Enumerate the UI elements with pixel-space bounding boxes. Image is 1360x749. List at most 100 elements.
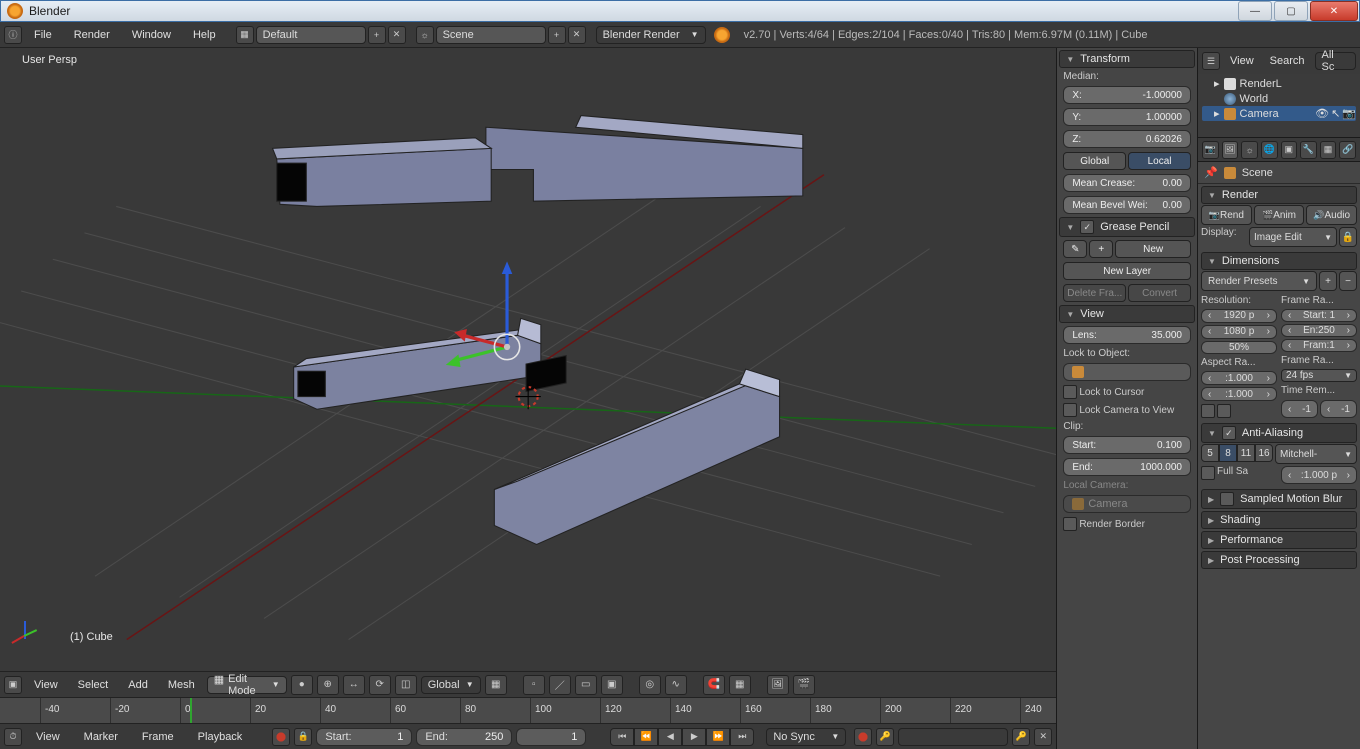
frame-start-field[interactable]: ‹Start: 1› [1281, 309, 1357, 322]
next-keyframe-icon[interactable]: ⏩ [706, 728, 730, 746]
tl-menu-frame[interactable]: Frame [132, 729, 184, 745]
proportional-edit-icon[interactable]: ◎ [639, 675, 661, 695]
orientation-dropdown[interactable]: Global▼ [421, 676, 481, 694]
record-icon[interactable] [854, 728, 872, 746]
eye-icon[interactable]: 👁 [1315, 107, 1329, 120]
layout-browse-icon[interactable]: ▦ [236, 26, 254, 44]
timeline[interactable]: -40-200204060801001201401601802002202402… [0, 697, 1056, 723]
editor-type-icon[interactable]: ⓘ [4, 26, 22, 44]
full-sample-checkbox[interactable] [1201, 466, 1215, 480]
mean-crease-field[interactable]: Mean Crease:0.00 [1063, 174, 1191, 192]
menu-help[interactable]: Help [183, 27, 226, 43]
mean-bevel-field[interactable]: Mean Bevel Wei:0.00 [1063, 196, 1191, 214]
display-dropdown[interactable]: Image Edit▼ [1249, 227, 1337, 247]
limit-selection-icon[interactable]: ▣ [601, 675, 623, 695]
outliner-filter-dropdown[interactable]: All Sc [1315, 52, 1356, 70]
space-local-button[interactable]: Local [1128, 152, 1191, 170]
sel-vertex-icon[interactable]: ▫ [523, 675, 545, 695]
panel-view[interactable]: ▼View [1059, 305, 1195, 323]
frame-step-field[interactable]: ‹Fram:1› [1281, 339, 1357, 352]
res-pct-field[interactable]: 50% [1201, 341, 1277, 355]
layout-remove-button[interactable]: ✕ [388, 26, 406, 44]
median-y-field[interactable]: Y:1.00000 [1063, 108, 1191, 126]
render-preview-icon[interactable]: 🖼 [767, 675, 789, 695]
res-x-field[interactable]: ‹1920 p› [1201, 309, 1277, 323]
panel-motion-blur[interactable]: ▶Sampled Motion Blur [1201, 489, 1357, 509]
manip-scale-icon[interactable]: ◫ [395, 675, 417, 695]
display-lock-icon[interactable]: 🔒 [1339, 227, 1357, 247]
aspect-y-field[interactable]: ‹:1.000› [1201, 387, 1277, 401]
vp-menu-add[interactable]: Add [120, 677, 156, 693]
vp-menu-select[interactable]: Select [70, 677, 117, 693]
outliner-item-renderlayers[interactable]: ▸RenderL [1202, 76, 1356, 91]
autokey-icon[interactable] [272, 728, 290, 746]
menu-render[interactable]: Render [64, 27, 120, 43]
keying-dropdown-icon[interactable]: 🔑 [876, 728, 894, 746]
viewport-editor-type-icon[interactable]: ▣ [4, 676, 22, 694]
snap-toggle-icon[interactable]: 🧲 [703, 675, 725, 695]
lock-cursor-checkbox[interactable] [1063, 385, 1077, 399]
outliner-item-camera[interactable]: ▸Camera👁↖📷 [1202, 106, 1356, 121]
aa-size-field[interactable]: ‹:1.000 p› [1281, 466, 1357, 484]
tl-menu-marker[interactable]: Marker [74, 729, 128, 745]
shading-dropdown-icon[interactable]: ● [291, 675, 313, 695]
camera-icon[interactable]: 📷 [1342, 107, 1356, 120]
outliner-menu-search[interactable]: Search [1264, 53, 1311, 69]
lock-icon[interactable]: 🔒 [294, 728, 312, 746]
scene-remove-button[interactable]: ✕ [568, 26, 586, 44]
tab-render[interactable]: 📷 [1202, 141, 1219, 159]
tab-world[interactable]: 🌐 [1261, 141, 1278, 159]
render-engine-dropdown[interactable]: Blender Render▼ [596, 26, 706, 44]
frame-end-field[interactable]: ‹En:250› [1281, 324, 1357, 337]
jump-start-icon[interactable]: ⏮ [610, 728, 634, 746]
tab-constraint[interactable]: 🔗 [1339, 141, 1356, 159]
layout-add-button[interactable]: + [368, 26, 386, 44]
scene-browse-icon[interactable]: ☼ [416, 26, 434, 44]
clip-start-field[interactable]: Start:0.100 [1063, 436, 1191, 454]
panel-dimensions[interactable]: ▼Dimensions [1201, 252, 1357, 270]
clip-end-field[interactable]: End:1000.000 [1063, 458, 1191, 476]
screen-layout-dropdown[interactable]: Default [256, 26, 366, 44]
border-checkbox[interactable] [1201, 404, 1215, 418]
menu-window[interactable]: Window [122, 27, 181, 43]
panel-grease-pencil[interactable]: ▼✓Grease Pencil [1059, 217, 1195, 237]
anim-button[interactable]: 🎬Anim [1254, 205, 1305, 225]
frame-current-field[interactable]: 1 [516, 728, 586, 746]
play-icon[interactable]: ▶ [682, 728, 706, 746]
remap-new-field[interactable]: ‹-1 [1320, 400, 1357, 418]
median-x-field[interactable]: X:-1.00000 [1063, 86, 1191, 104]
fps-dropdown[interactable]: 24 fps▼ [1281, 369, 1357, 382]
keying-set-dropdown[interactable] [898, 728, 1008, 746]
layers-icon[interactable]: ▦ [485, 675, 507, 695]
render-presets-dropdown[interactable]: Render Presets▼ [1201, 271, 1317, 291]
pivot-dropdown-icon[interactable]: ⊕ [317, 675, 339, 695]
preset-add-icon[interactable]: + [1319, 271, 1337, 291]
sel-face-icon[interactable]: ▭ [575, 675, 597, 695]
vp-menu-view[interactable]: View [26, 677, 66, 693]
minimize-button[interactable]: — [1238, 1, 1272, 21]
aa-samples-segment[interactable]: 5 8 11 16 [1201, 444, 1273, 464]
aa-filter-dropdown[interactable]: Mitchell-▼ [1275, 444, 1357, 464]
remap-old-field[interactable]: ‹-1 [1281, 400, 1318, 418]
manip-rotate-icon[interactable]: ⟳ [369, 675, 391, 695]
aspect-x-field[interactable]: ‹:1.000› [1201, 371, 1277, 385]
snap-element-icon[interactable]: ▦ [729, 675, 751, 695]
3d-viewport[interactable]: User Persp (1) Cube [0, 48, 1056, 671]
aa-16[interactable]: 16 [1255, 444, 1273, 462]
median-z-field[interactable]: Z:0.62026 [1063, 130, 1191, 148]
tab-data[interactable]: ▦ [1320, 141, 1337, 159]
jump-end-icon[interactable]: ⏭ [730, 728, 754, 746]
panel-transform[interactable]: ▼Transform [1059, 50, 1195, 68]
lens-field[interactable]: Lens:35.000 [1063, 326, 1191, 344]
panel-performance[interactable]: ▶Performance [1201, 531, 1357, 549]
clapper-icon[interactable]: 🎬 [793, 675, 815, 695]
manip-translate-icon[interactable]: ↔ [343, 675, 365, 695]
mode-dropdown[interactable]: ▦Edit Mode▼ [207, 676, 287, 694]
aa-8[interactable]: 8 [1219, 444, 1237, 462]
gp-draw-icon[interactable]: ✎ [1063, 240, 1087, 258]
outliner-item-world[interactable]: ▸World [1202, 91, 1356, 106]
scene-add-button[interactable]: + [548, 26, 566, 44]
insert-keyframe-icon[interactable]: 🔑 [1012, 728, 1030, 746]
tl-menu-playback[interactable]: Playback [188, 729, 253, 745]
aa-5[interactable]: 5 [1201, 444, 1219, 462]
